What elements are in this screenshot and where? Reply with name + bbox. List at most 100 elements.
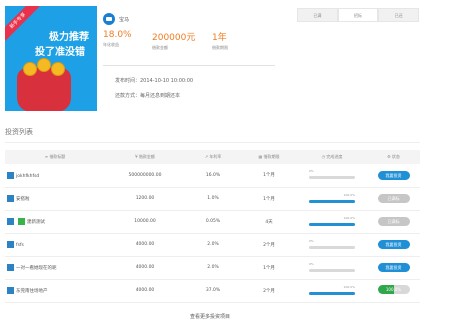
- doc-icon: [7, 171, 14, 179]
- rate-cell: 1.0%: [207, 196, 219, 201]
- title-cell: jokhfkhfsd: [5, 164, 105, 187]
- term-value: 1年: [212, 33, 227, 43]
- rate-value: 18.0%: [103, 30, 132, 40]
- progress-label: 100.0%: [343, 215, 355, 220]
- loan-title[interactable]: jokhfkhfsd: [16, 174, 39, 179]
- rate-cell: 37.0%: [205, 288, 221, 293]
- full-button[interactable]: 已满标: [377, 194, 410, 203]
- info-divider: [103, 65, 275, 66]
- repay-method: 还款方式：每月还息到期还本: [115, 93, 181, 99]
- tab-repaid[interactable]: 已还: [378, 8, 420, 22]
- term-cell: 2个月: [263, 242, 275, 248]
- progress-cell: 0%: [297, 164, 367, 187]
- progress-fill: [309, 199, 355, 203]
- status-cell: 我要投资: [367, 256, 420, 279]
- progress-bar: [309, 268, 355, 272]
- progress-cell: 100.0%: [297, 187, 367, 210]
- amount-cell: 4000.00: [135, 265, 155, 270]
- progress-label: 0%: [309, 238, 314, 243]
- doc-icon: [7, 241, 14, 248]
- progress-label: 0%: [309, 169, 314, 174]
- progress-label: 100.0%: [343, 284, 355, 289]
- amount-cell: 4000.00: [135, 242, 155, 247]
- section-title: 投资列表: [5, 128, 33, 136]
- progress-status-button[interactable]: 100.0%: [377, 285, 410, 294]
- term-cell: 1个月: [263, 196, 275, 202]
- title-cell: 东莞南住场地产: [5, 279, 105, 302]
- title-cell: fsfs: [5, 233, 105, 256]
- rate-cell: 16.0%: [205, 172, 221, 178]
- amount-label: 借款金额: [152, 45, 168, 50]
- header-rate: ↗ 年利率: [204, 154, 222, 159]
- title-cell: 建新测试: [5, 210, 105, 233]
- progress-bar: [309, 291, 355, 295]
- table-row[interactable]: 东莞南住场地产 4000.00 37.0% 2个月 100.0% 100.0%: [5, 279, 420, 302]
- progress-cell: 100.0%: [297, 210, 367, 233]
- table-header: ≡ 借款标题 ¥ 借款金额 ↗ 年利率 ▦ 借款期限 ◷ 完成进度 ⚙ 状态: [5, 150, 420, 164]
- section-divider: [5, 142, 420, 143]
- publish-time: 发布时间：2014-10-10 10:00:00: [115, 78, 194, 84]
- progress-fill: [309, 222, 355, 226]
- table-row[interactable]: 安搭啦 1200.00 1.0% 1个月 100.0% 已满标: [5, 187, 420, 210]
- term-stat: 1年 借款期限: [212, 30, 228, 51]
- progress-bar: [309, 222, 355, 226]
- amount-cell: 1200.00: [135, 196, 155, 201]
- doc-icon: [7, 218, 14, 225]
- rate-cell: 2.0%: [207, 265, 219, 270]
- status-tabs: 已满 招标 已还: [297, 8, 420, 22]
- term-label: 借款期限: [212, 45, 228, 50]
- invest-button[interactable]: 我要投资: [377, 263, 410, 272]
- term-cell: 1个月: [263, 173, 275, 179]
- loan-title[interactable]: fsfs: [16, 243, 24, 248]
- project-name: 宝马: [119, 17, 130, 23]
- title-cell: 安搭啦: [5, 187, 105, 210]
- amount-cell: 10000.00: [134, 219, 156, 224]
- loan-title[interactable]: 安搭啦: [16, 197, 30, 202]
- loan-title[interactable]: 东莞南住场地产: [16, 289, 48, 294]
- amount-cell: 4000.00: [135, 288, 155, 293]
- doc-icon: [7, 287, 14, 294]
- title-cell: 一对一看她现在的呢: [5, 256, 105, 279]
- car-logo-icon: [103, 13, 115, 25]
- progress-bar: [309, 199, 355, 203]
- invest-button[interactable]: 我要投资: [377, 240, 410, 249]
- header-title: ≡ 借款标题: [44, 154, 66, 159]
- term-cell: 1个月: [263, 265, 275, 271]
- view-more-link[interactable]: 查看更多投资项目: [190, 313, 230, 320]
- loan-title[interactable]: 一对一看她现在的呢: [16, 266, 57, 271]
- amount-value: 200000元: [152, 33, 196, 43]
- promo-banner[interactable]: 新手专享 极力推荐 投了准没错: [5, 6, 97, 111]
- banner-line-2: 投了准没错: [35, 47, 85, 58]
- coin-icon: [51, 62, 65, 76]
- rate-label: 年化收益: [103, 42, 119, 47]
- tab-full[interactable]: 已满: [297, 8, 338, 22]
- doc-icon: [7, 264, 14, 271]
- amount-stat: 200000元 借款金额: [152, 30, 195, 51]
- rate-cell: 0.05%: [205, 219, 221, 224]
- invest-button[interactable]: 我要投资: [377, 170, 410, 180]
- tab-bidding[interactable]: 招标: [337, 8, 379, 22]
- progress-fill: [309, 291, 355, 295]
- term-cell: 2个月: [263, 288, 275, 294]
- banner-line-1: 极力推荐: [49, 32, 89, 43]
- full-button[interactable]: 已满标: [377, 217, 410, 226]
- table-row[interactable]: jokhfkhfsd 500000000.00 16.0% 1个月 0% 我要投…: [5, 164, 420, 187]
- coin-icon: [23, 62, 37, 76]
- new-badge-icon: [18, 218, 25, 225]
- doc-icon: [7, 195, 14, 202]
- banner-ribbon: 新手专享: [5, 6, 41, 44]
- amount-cell: 500000000.00: [128, 172, 162, 178]
- table-row[interactable]: fsfs 4000.00 2.0% 2个月 0% 我要投资: [5, 233, 420, 256]
- progress-bar: [309, 176, 355, 180]
- loan-title[interactable]: 建新测试: [27, 220, 45, 225]
- progress-label: 0%: [309, 261, 314, 266]
- progress-cell: 100.0%: [297, 279, 367, 302]
- table-row[interactable]: 建新测试 10000.00 0.05% 4天 100.0% 已满标: [5, 210, 420, 233]
- status-cell: 已满标: [367, 187, 420, 210]
- table-row[interactable]: 一对一看她现在的呢 4000.00 2.0% 1个月 0% 我要投资: [5, 256, 420, 279]
- progress-cell: 0%: [297, 233, 367, 256]
- status-cell: 我要投资: [367, 233, 420, 256]
- rate-cell: 2.0%: [207, 242, 219, 247]
- rate-stat: 18.0% 年化收益: [103, 30, 132, 48]
- header-amount: ¥ 借款金额: [135, 154, 155, 159]
